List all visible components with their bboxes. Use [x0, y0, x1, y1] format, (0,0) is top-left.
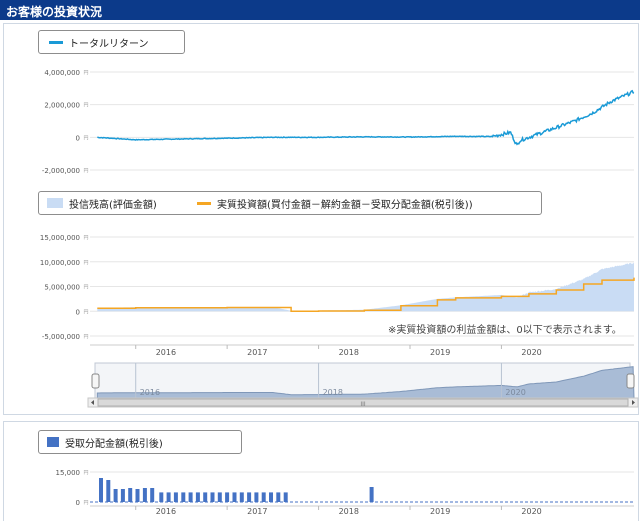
dividend-legend-swatch [47, 437, 59, 447]
total-return-legend-swatch [49, 40, 63, 44]
page-title: お客様の投資状況 [6, 5, 103, 19]
total-return-legend-label: トータルリターン [69, 38, 149, 50]
net-investment-legend-label: 実質投資額(買付金額－解約金額－受取分配金額(税引後)) [217, 199, 473, 211]
balance-legend-swatch [47, 198, 63, 208]
page-header: お客様の投資状況 [0, 0, 640, 20]
balance-legend-label: 投信残高(評価金額) [69, 199, 157, 211]
dividend-legend[interactable]: 受取分配金額(税引後) [38, 430, 242, 454]
net-investment-note: ※実質投資額の利益金額は、0以下で表示されます。 [388, 325, 622, 336]
total-return-legend[interactable]: トータルリターン [38, 30, 185, 54]
balance-legend[interactable]: 投信残高(評価金額) 実質投資額(買付金額－解約金額－受取分配金額(税引後)) [38, 191, 542, 215]
investment-chart-panel [3, 23, 639, 415]
net-investment-legend-swatch [197, 201, 211, 205]
dividend-legend-label: 受取分配金額(税引後) [65, 438, 163, 450]
